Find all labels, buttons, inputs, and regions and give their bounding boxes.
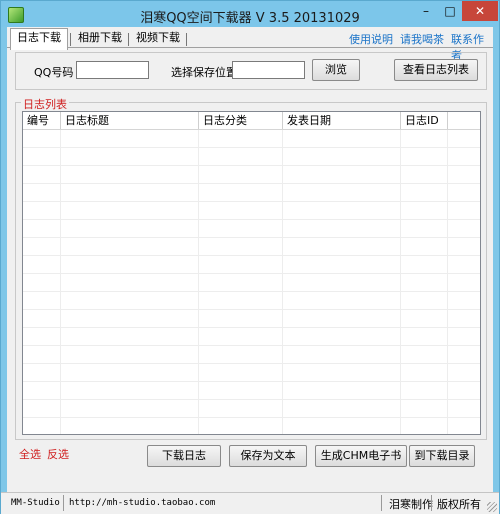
status-separator: [63, 495, 64, 511]
status-separator: [381, 495, 382, 511]
save-as-text-button[interactable]: 保存为文本: [229, 445, 307, 467]
status-made-by: 泪寒制作: [389, 498, 433, 511]
column-header-category[interactable]: 日志分类: [199, 112, 283, 129]
tab-blog-download[interactable]: 日志下载: [10, 28, 68, 50]
main-panel: 日志下载 相册下载 视频下载 使用说明 请我喝茶 联系作者 QQ号码 选择保存位…: [7, 27, 493, 492]
open-download-folder-button[interactable]: 到下载目录: [409, 445, 475, 467]
column-divider: [60, 130, 61, 434]
download-log-button[interactable]: 下载日志: [147, 445, 221, 467]
status-url[interactable]: http://mh-studio.taobao.com: [69, 496, 215, 511]
column-divider: [400, 130, 401, 434]
invert-selection-link[interactable]: 反选: [47, 446, 69, 462]
tab-separator: [186, 33, 187, 46]
list-header: 编号 日志标题 日志分类 发表日期 日志ID: [23, 112, 480, 130]
status-bar: MM-Studio http://mh-studio.taobao.com 泪寒…: [1, 492, 499, 514]
status-studio: MM-Studio: [11, 498, 60, 508]
log-list-view[interactable]: 编号 日志标题 日志分类 发表日期 日志ID: [22, 111, 481, 435]
title-bar[interactable]: 泪寒QQ空间下载器 V 3.5 20131029 – □ ✕: [1, 1, 499, 27]
app-window: 泪寒QQ空间下载器 V 3.5 20131029 – □ ✕ 日志下载 相册下载…: [0, 0, 500, 514]
select-all-link[interactable]: 全选: [19, 446, 41, 462]
tab-video-download[interactable]: 视频下载: [130, 29, 186, 48]
query-panel: QQ号码 选择保存位置 浏览 查看日志列表: [15, 52, 487, 90]
column-header-log-id[interactable]: 日志ID: [401, 112, 448, 129]
log-list-group: 日志列表 编号 日志标题 日志分类 发表日期 日志ID: [15, 96, 487, 440]
tab-separator: [70, 33, 71, 46]
browse-button[interactable]: 浏览: [312, 59, 360, 81]
column-header-number[interactable]: 编号: [23, 112, 61, 129]
list-rows: [23, 130, 480, 434]
help-link[interactable]: 使用说明: [349, 31, 393, 47]
close-button[interactable]: ✕: [462, 1, 498, 21]
view-log-list-button[interactable]: 查看日志列表: [394, 59, 478, 81]
save-location-label: 选择保存位置: [171, 66, 237, 79]
buy-tea-link[interactable]: 请我喝茶: [400, 31, 444, 47]
column-divider: [198, 130, 199, 434]
minimize-button[interactable]: –: [414, 1, 438, 21]
log-list-title: 日志列表: [21, 96, 69, 112]
qq-input[interactable]: [76, 61, 149, 79]
status-separator: [431, 495, 432, 511]
column-divider: [447, 130, 448, 434]
maximize-button[interactable]: □: [438, 1, 462, 21]
generate-chm-button[interactable]: 生成CHM电子书: [315, 445, 407, 467]
status-rights: 版权所有: [437, 498, 481, 511]
save-location-input[interactable]: [232, 61, 305, 79]
qq-label: QQ号码: [34, 66, 74, 79]
tab-album-download[interactable]: 相册下载: [72, 29, 128, 48]
column-header-title[interactable]: 日志标题: [61, 112, 199, 129]
resize-grip-icon[interactable]: [487, 502, 497, 512]
tab-separator: [128, 33, 129, 46]
column-header-date[interactable]: 发表日期: [283, 112, 401, 129]
column-divider: [282, 130, 283, 434]
